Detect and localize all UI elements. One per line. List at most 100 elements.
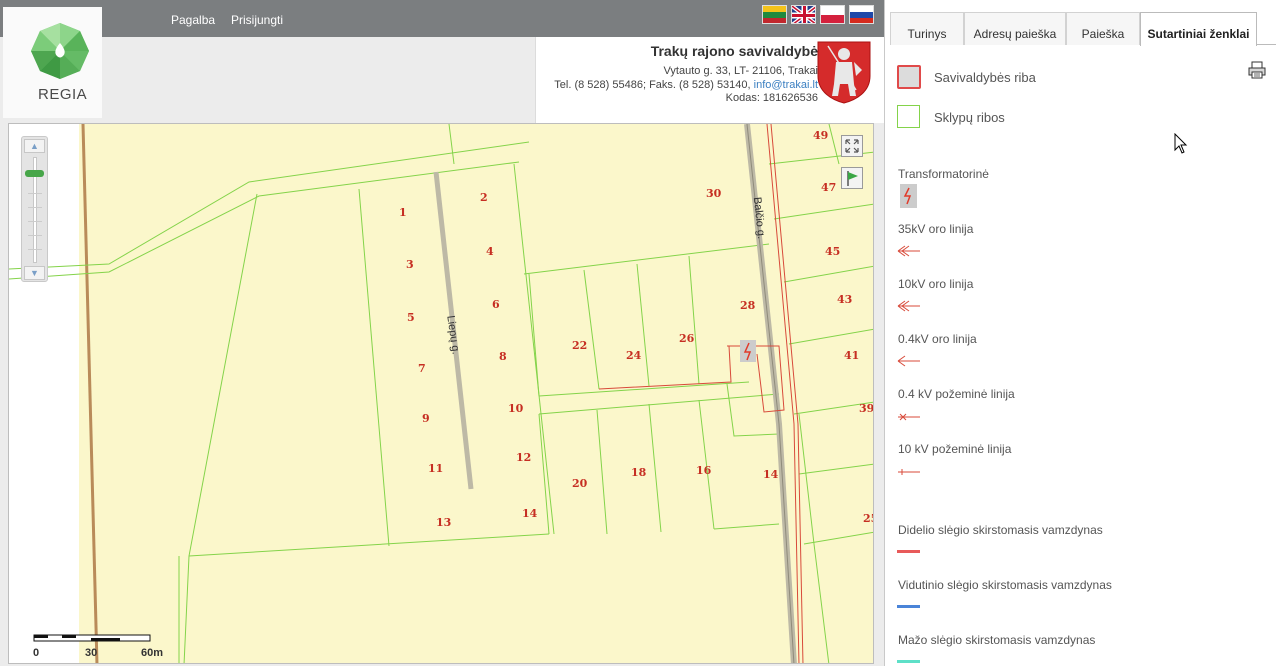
scale-label-max: 60m [141, 647, 164, 659]
scale-label-mid: 30 [85, 647, 98, 659]
login-link[interactable]: Prisijungti [231, 13, 283, 27]
municipality-code: Kodas: 181626536 [725, 92, 818, 104]
parcel-number-label: 8 [499, 350, 507, 363]
parcel-number-label: 4 [486, 245, 494, 258]
legend-label: Savivaldybės riba [934, 70, 1036, 85]
tab-legend[interactable]: Sutartiniai ženklai [1140, 12, 1257, 46]
medium-pressure-pipe-icon [897, 605, 920, 608]
map-canvas[interactable] [9, 124, 874, 664]
zoom-tick [28, 207, 42, 208]
help-link[interactable]: Pagalba [171, 13, 215, 27]
legend-label: Transformatorinė [898, 167, 989, 181]
parcel-number-label: 14 [763, 468, 779, 481]
parcel-number-label: 47 [821, 181, 837, 194]
mouse-cursor-icon [1174, 133, 1188, 154]
04kv-line-icon [897, 355, 920, 367]
zoom-tick [28, 193, 42, 194]
map-view[interactable]: 1 2 3 4 5 6 7 8 9 10 11 12 13 14 20 18 16 14 22 24 26 28 30 49 4… [8, 123, 874, 664]
zoom-control: ▲ ▼ [21, 136, 48, 282]
transformer-icon [900, 184, 917, 208]
fullscreen-button[interactable] [841, 135, 863, 157]
parcel-number-label: 28 [740, 299, 756, 312]
parcel-number-label: 7 [418, 362, 426, 375]
parcel-number-label: 6 [492, 298, 500, 311]
scale-label-zero: 0 [33, 647, 40, 659]
legend-label: Sklypų ribos [934, 110, 1005, 125]
legend-label: 0.4kV oro linija [898, 332, 977, 346]
uk-flag-icon[interactable] [791, 5, 816, 24]
print-button[interactable] [1247, 60, 1267, 80]
municipality-boundary-icon [897, 65, 921, 89]
parcel-number-label: 14 [522, 507, 538, 520]
legend-label: 10kV oro linija [898, 277, 974, 291]
parcel-number-label: 16 [696, 464, 712, 477]
fullscreen-icon [845, 139, 859, 153]
parcel-number-label: 13 [436, 516, 452, 529]
legend-label: 35kV oro linija [898, 222, 974, 236]
parcel-number-label: 43 [837, 293, 853, 306]
tab-address-search[interactable]: Adresų paieška [964, 12, 1066, 45]
regia-logo[interactable]: REGIA [3, 7, 102, 118]
flag-tool-button[interactable] [841, 167, 863, 189]
tab-bar: Turinys Adresų paieška Paieška Sutartini… [890, 4, 1276, 46]
35kv-line-icon [897, 245, 920, 257]
zoom-out-button[interactable]: ▼ [24, 266, 45, 280]
parcel-number-label: 10 [508, 402, 524, 415]
municipality-address: Vytauto g. 33, LT- 21106, Trakai [663, 65, 819, 77]
parcel-number-label: 20 [572, 477, 588, 490]
municipality-contacts: Tel. (8 528) 55486; Faks. (8 528) 53140,… [554, 79, 818, 91]
parcel-number-label: 12 [516, 451, 532, 464]
parcel-number-label: 25 [863, 512, 873, 525]
parcel-number-label: 26 [679, 332, 695, 345]
parcel-number-label: 11 [428, 462, 444, 475]
parcel-number-label: 24 [626, 349, 642, 362]
04kv-underground-icon [898, 413, 920, 421]
legend-label: Vidutinio slėgio skirstomasis vamzdynas [898, 578, 1112, 592]
regia-logo-icon [31, 23, 89, 79]
scale-bar-graphic [33, 634, 151, 642]
parcel-number-label: 39 [859, 402, 874, 415]
flag-icon [847, 171, 858, 186]
zoom-in-button[interactable]: ▲ [24, 139, 45, 153]
parcel-number-label: 49 [813, 129, 829, 142]
printer-icon [1248, 61, 1266, 79]
legend-label: 0.4 kV požeminė linija [898, 387, 1015, 401]
lithuanian-flag-icon[interactable] [762, 5, 787, 24]
parcel-number-label: 41 [844, 349, 860, 362]
left-panel: Pagalba Prisijungti REGIA Trakų rajono s… [0, 0, 884, 666]
legend-label: 10 kV požeminė linija [898, 442, 1012, 456]
zoom-tick [28, 221, 42, 222]
low-pressure-pipe-icon [897, 660, 920, 663]
logo-text: REGIA [38, 86, 88, 103]
parcel-number-label: 2 [480, 191, 488, 204]
parcel-number-label: 9 [422, 412, 430, 425]
parcel-number-label: 3 [406, 258, 414, 271]
10kv-underground-icon [898, 469, 920, 475]
parcel-number-label: 45 [825, 245, 841, 258]
contacts-text: Tel. (8 528) 55486; Faks. (8 528) 53140, [554, 79, 754, 91]
zoom-tick [28, 249, 42, 250]
parcel-number-label: 22 [572, 339, 588, 352]
tab-search[interactable]: Paieška [1066, 12, 1140, 45]
parcel-number-label: 1 [399, 206, 407, 219]
parcel-number-label: 30 [706, 187, 722, 200]
email-link[interactable]: info@trakai.lt [754, 79, 818, 91]
zoom-slider-handle[interactable] [25, 170, 44, 177]
high-pressure-pipe-icon [897, 550, 920, 553]
zoom-tick [28, 235, 42, 236]
parcel-boundary-icon [897, 105, 920, 128]
tab-turinys[interactable]: Turinys [890, 12, 964, 45]
parcel-number-label: 18 [631, 466, 647, 479]
legend-label: Didelio slėgio skirstomasis vamzdynas [898, 523, 1103, 537]
10kv-line-icon [897, 300, 920, 312]
top-bar: Pagalba Prisijungti [0, 0, 884, 37]
municipality-title: Trakų rajono savivaldybė [650, 43, 818, 59]
coat-of-arms-icon [817, 41, 871, 104]
russian-flag-icon[interactable] [849, 5, 874, 24]
right-panel: Turinys Adresų paieška Paieška Sutartini… [884, 0, 1279, 666]
scale-bar: 0 30 60m [33, 634, 163, 662]
legend-label: Mažo slėgio skirstomasis vamzdynas [898, 633, 1096, 647]
polish-flag-icon[interactable] [820, 5, 845, 24]
municipality-header: Trakų rajono savivaldybė Vytauto g. 33, … [535, 37, 884, 123]
parcel-number-label: 5 [407, 311, 415, 324]
